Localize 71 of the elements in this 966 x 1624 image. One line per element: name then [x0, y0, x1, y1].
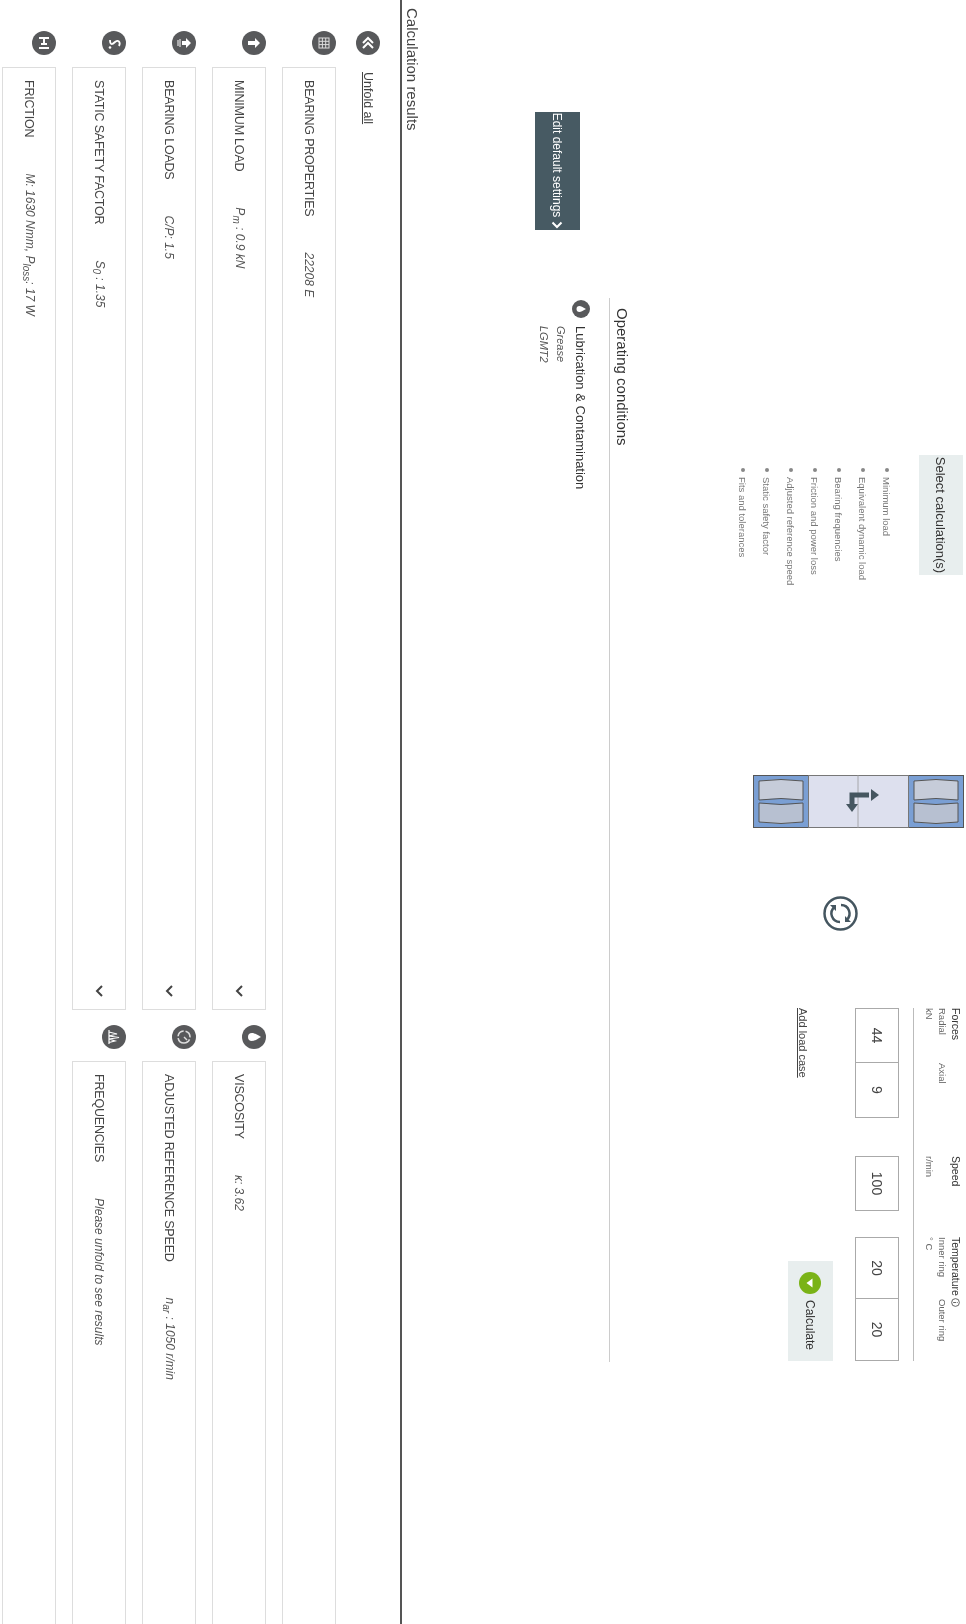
- bullet-icon: [861, 468, 865, 472]
- result-card[interactable]: VISCOSITY κ: 3.62: [212, 1061, 266, 1624]
- bullet-icon: [765, 468, 769, 472]
- gauge-icon: [172, 1025, 196, 1049]
- card-title: BEARING PROPERTIES: [302, 80, 316, 217]
- unfold-all-link[interactable]: Unfold all: [361, 72, 375, 125]
- card-title: ADJUSTED REFERENCE SPEED: [162, 1074, 176, 1262]
- lubricant-text: Grease: [555, 326, 567, 365]
- calculation-item: Friction and power loss: [809, 477, 821, 575]
- calculation-item: Equivalent dynamic load: [857, 477, 869, 580]
- grid-icon: [312, 31, 336, 55]
- outer-ring-temperature-field[interactable]: 20: [855, 1298, 899, 1361]
- result-card[interactable]: BEARING PROPERTIES 22208 E: [282, 67, 336, 1624]
- lubrication-title[interactable]: Lubrication & Contamination: [573, 326, 589, 490]
- bullet-icon: [813, 468, 817, 472]
- edit-default-settings-button[interactable]: Edit default settings: [535, 112, 580, 230]
- calculate-button[interactable]: Calculate: [788, 1261, 833, 1361]
- wave-icon: [102, 1025, 126, 1049]
- axial-force-field[interactable]: 9: [855, 1062, 899, 1118]
- card-title: BEARING LOADS: [162, 80, 176, 180]
- group-label: Forces: [950, 1008, 962, 1043]
- lubricant-text: LGMT2: [538, 326, 550, 365]
- radial-force-field[interactable]: 44: [855, 1008, 899, 1063]
- load-arrow-icon: [846, 789, 879, 812]
- info-icon[interactable]: [951, 1297, 961, 1307]
- unit-label: kN: [924, 1008, 935, 1022]
- card-title: VISCOSITY: [232, 1074, 246, 1139]
- calculation-item: Adjusted reference speed: [785, 477, 797, 586]
- droplet-icon: [572, 300, 590, 318]
- rotation-icon[interactable]: [823, 896, 858, 931]
- field-label: Axial: [937, 1063, 948, 1086]
- chevron-down-icon[interactable]: [165, 985, 173, 997]
- unit-label: r/min: [924, 1156, 935, 1180]
- section-title: Operating conditions: [614, 308, 631, 446]
- card-value: C/P: 1.5: [162, 215, 176, 259]
- result-card[interactable]: BEARING LOADS C/P: 1.5: [142, 67, 196, 1010]
- field-label: Radial: [937, 1008, 948, 1037]
- viscosity-droplet-icon: [242, 1025, 266, 1049]
- card-value: κ: 3.62: [232, 1174, 246, 1211]
- card-title: FRICTION: [22, 80, 36, 138]
- section-title: Calculation results: [404, 8, 421, 131]
- group-label: Speed: [950, 1156, 962, 1189]
- card-title: FREQUENCIES: [92, 1074, 106, 1163]
- chevron-right-icon: [551, 221, 564, 230]
- calculation-item: Fits and tolerances: [737, 477, 749, 558]
- bullet-icon: [741, 468, 745, 472]
- result-card[interactable]: FREQUENCIES Please unfold to see results: [72, 1061, 126, 1624]
- calculation-item: Bearing frequencies: [833, 477, 845, 562]
- chevron-down-icon[interactable]: [95, 985, 103, 997]
- chevron-down-icon[interactable]: [235, 985, 243, 997]
- bullet-icon: [837, 468, 841, 472]
- speed-field[interactable]: 100: [855, 1156, 899, 1211]
- card-value: Please unfold to see results: [92, 1198, 106, 1346]
- inner-ring-temperature-field[interactable]: 20: [855, 1237, 899, 1299]
- double-chevron-icon[interactable]: [356, 31, 380, 55]
- bullet-icon: [885, 468, 889, 472]
- card-value: 22208 E: [302, 252, 316, 298]
- curve-icon: [102, 31, 126, 55]
- play-icon: [799, 1272, 822, 1294]
- calculation-item: Minimum load: [881, 477, 893, 537]
- bracket-icon: [32, 31, 56, 55]
- card-title: MINIMUM LOAD: [232, 80, 246, 172]
- card-title: STATIC SAFETY FACTOR: [92, 80, 106, 225]
- unit-label: ° C: [924, 1237, 935, 1253]
- group-label: Temperature: [950, 1237, 962, 1296]
- field-label: Inner ring: [937, 1237, 948, 1280]
- bullet-icon: [789, 468, 793, 472]
- add-load-case-link[interactable]: Add load case: [797, 1008, 809, 1078]
- calculation-item: Static safety factor: [761, 477, 773, 556]
- select-calculations-button[interactable]: Select calculation(s): [919, 455, 963, 575]
- field-label: Outer ring: [937, 1299, 948, 1344]
